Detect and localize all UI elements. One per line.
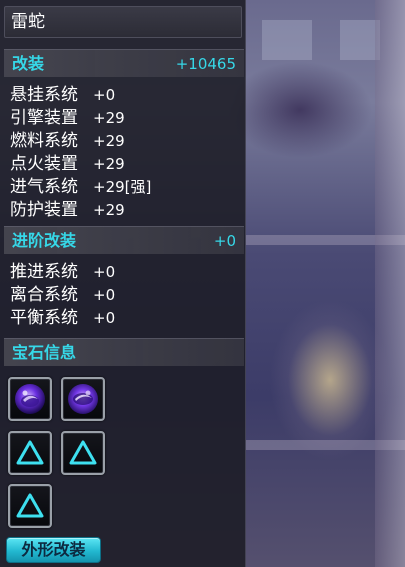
stat-row-engine: 引擎装置 +29 [10,106,151,129]
stat-value: +29 [93,201,125,219]
stat-value: +0 [93,309,116,327]
modification-header-label: 改装 [12,54,45,73]
gem-slot-1[interactable] [8,377,52,421]
vehicle-name-title: 雷蛇 [4,6,242,38]
stat-row-propulsion: 推进系统 +0 [10,260,115,283]
stat-name: 离合系统 [10,285,78,305]
stat-value: +29[强] [93,178,152,196]
modification-header: 改装 +10465 [4,49,244,77]
stat-name: 悬挂系统 [10,85,78,105]
vehicle-info-panel: 雷蛇 改装 +10465 悬挂系统 +0 引擎装置 +29 燃料系统 +29 点火装置… [0,0,246,567]
empty-triangle-slot-icon [69,440,97,465]
stat-row-balance: 平衡系统 +0 [10,306,115,329]
advanced-modification-header-label: 进阶改装 [12,231,77,250]
gem-slot-5[interactable] [8,484,52,528]
advanced-modification-stat-list: 推进系统 +0 离合系统 +0 平衡系统 +0 [10,260,115,329]
purple-gem-icon [15,384,45,414]
stat-value: +29 [93,109,125,127]
stat-name: 燃料系统 [10,131,78,151]
stat-value: +0 [93,286,116,304]
stat-name: 点火装置 [10,154,78,174]
modification-total: +10465 [175,55,236,73]
stat-value: +29 [93,132,125,150]
stat-value: +0 [93,86,116,104]
stat-name: 引擎装置 [10,108,78,128]
stat-row-clutch: 离合系统 +0 [10,283,115,306]
gem-slot-3[interactable] [8,431,52,475]
gem-info-header-label: 宝石信息 [12,343,77,362]
stat-row-fuel: 燃料系统 +29 [10,129,151,152]
stat-value: +0 [93,263,116,281]
gem-slot-2[interactable] [61,377,105,421]
empty-triangle-slot-icon [16,493,44,518]
gem-info-header: 宝石信息 [4,338,244,366]
empty-triangle-slot-icon [16,440,44,465]
stat-name: 防护装置 [10,200,78,220]
purple-gem-icon [68,384,98,414]
stat-row-protection: 防护装置 +29 [10,198,151,221]
advanced-modification-total: +0 [213,232,236,250]
stat-row-suspension: 悬挂系统 +0 [10,83,151,106]
stat-row-intake: 进气系统 +29[强] [10,175,151,198]
appearance-modification-button[interactable]: 外形改装 [6,537,101,563]
modification-stat-list: 悬挂系统 +0 引擎装置 +29 燃料系统 +29 点火装置 +29 进气系统 +29[强… [10,83,151,221]
stat-name: 进气系统 [10,177,78,197]
stat-row-ignition: 点火装置 +29 [10,152,151,175]
gem-slot-4[interactable] [61,431,105,475]
stat-name: 平衡系统 [10,308,78,328]
stat-value: +29 [93,155,125,173]
stat-name: 推进系统 [10,262,78,282]
advanced-modification-header: 进阶改装 +0 [4,226,244,254]
